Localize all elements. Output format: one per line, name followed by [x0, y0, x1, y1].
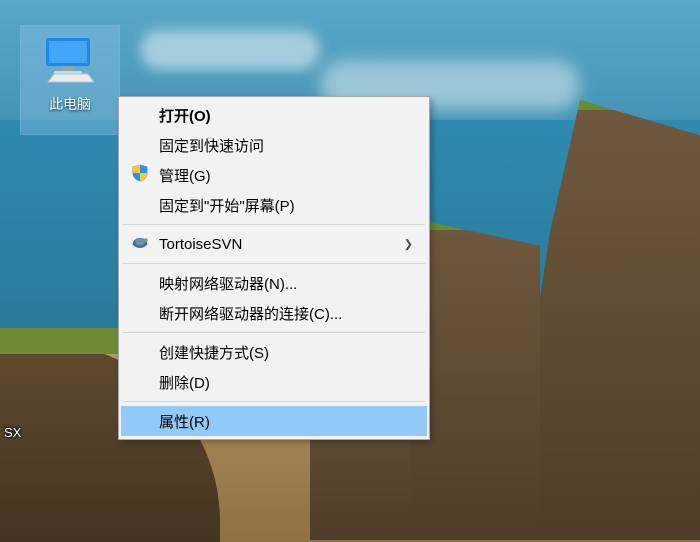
menu-item-label: 创建快捷方式(S): [159, 342, 269, 363]
menu-item-label: 映射网络驱动器(N)...: [159, 273, 297, 294]
this-pc-icon: [40, 71, 100, 88]
menu-separator: [123, 332, 425, 333]
menu-separator: [123, 224, 425, 225]
menu-item-tortoisesvn[interactable]: TortoiseSVN ❯: [121, 229, 427, 259]
menu-item-properties[interactable]: 属性(R): [121, 406, 427, 436]
menu-separator: [123, 263, 425, 264]
tortoisesvn-icon: [131, 233, 149, 255]
context-menu: 打开(O) 固定到快速访问 管理(G) 固定到"开始"屏幕(P): [118, 96, 430, 440]
menu-item-label: 删除(D): [159, 372, 210, 393]
menu-item-disconnect-network-drive[interactable]: 断开网络驱动器的连接(C)...: [121, 298, 427, 328]
wallpaper-text: SX: [4, 425, 21, 440]
menu-item-manage[interactable]: 管理(G): [121, 160, 427, 190]
menu-item-label: 断开网络驱动器的连接(C)...: [159, 303, 342, 324]
submenu-arrow-icon: ❯: [404, 238, 413, 251]
uac-shield-icon: [131, 164, 149, 186]
desktop[interactable]: SX 此电脑 打开(O) 固定到快速访问: [0, 0, 700, 542]
desktop-icon-this-pc[interactable]: 此电脑: [20, 25, 120, 135]
menu-item-open[interactable]: 打开(O): [121, 100, 427, 130]
menu-item-label: 属性(R): [159, 411, 210, 432]
menu-item-create-shortcut[interactable]: 创建快捷方式(S): [121, 337, 427, 367]
menu-item-label: 固定到"开始"屏幕(P): [159, 195, 295, 216]
menu-item-label: TortoiseSVN: [159, 236, 242, 253]
menu-item-pin-start[interactable]: 固定到"开始"屏幕(P): [121, 190, 427, 220]
menu-item-delete[interactable]: 删除(D): [121, 367, 427, 397]
menu-separator: [123, 401, 425, 402]
wallpaper-cloud: [140, 30, 320, 70]
menu-item-map-network-drive[interactable]: 映射网络驱动器(N)...: [121, 268, 427, 298]
menu-item-label: 打开(O): [159, 105, 211, 126]
menu-item-pin-quick-access[interactable]: 固定到快速访问: [121, 130, 427, 160]
desktop-icon-label: 此电脑: [21, 94, 119, 114]
menu-item-label: 管理(G): [159, 165, 211, 186]
menu-item-label: 固定到快速访问: [159, 135, 264, 156]
